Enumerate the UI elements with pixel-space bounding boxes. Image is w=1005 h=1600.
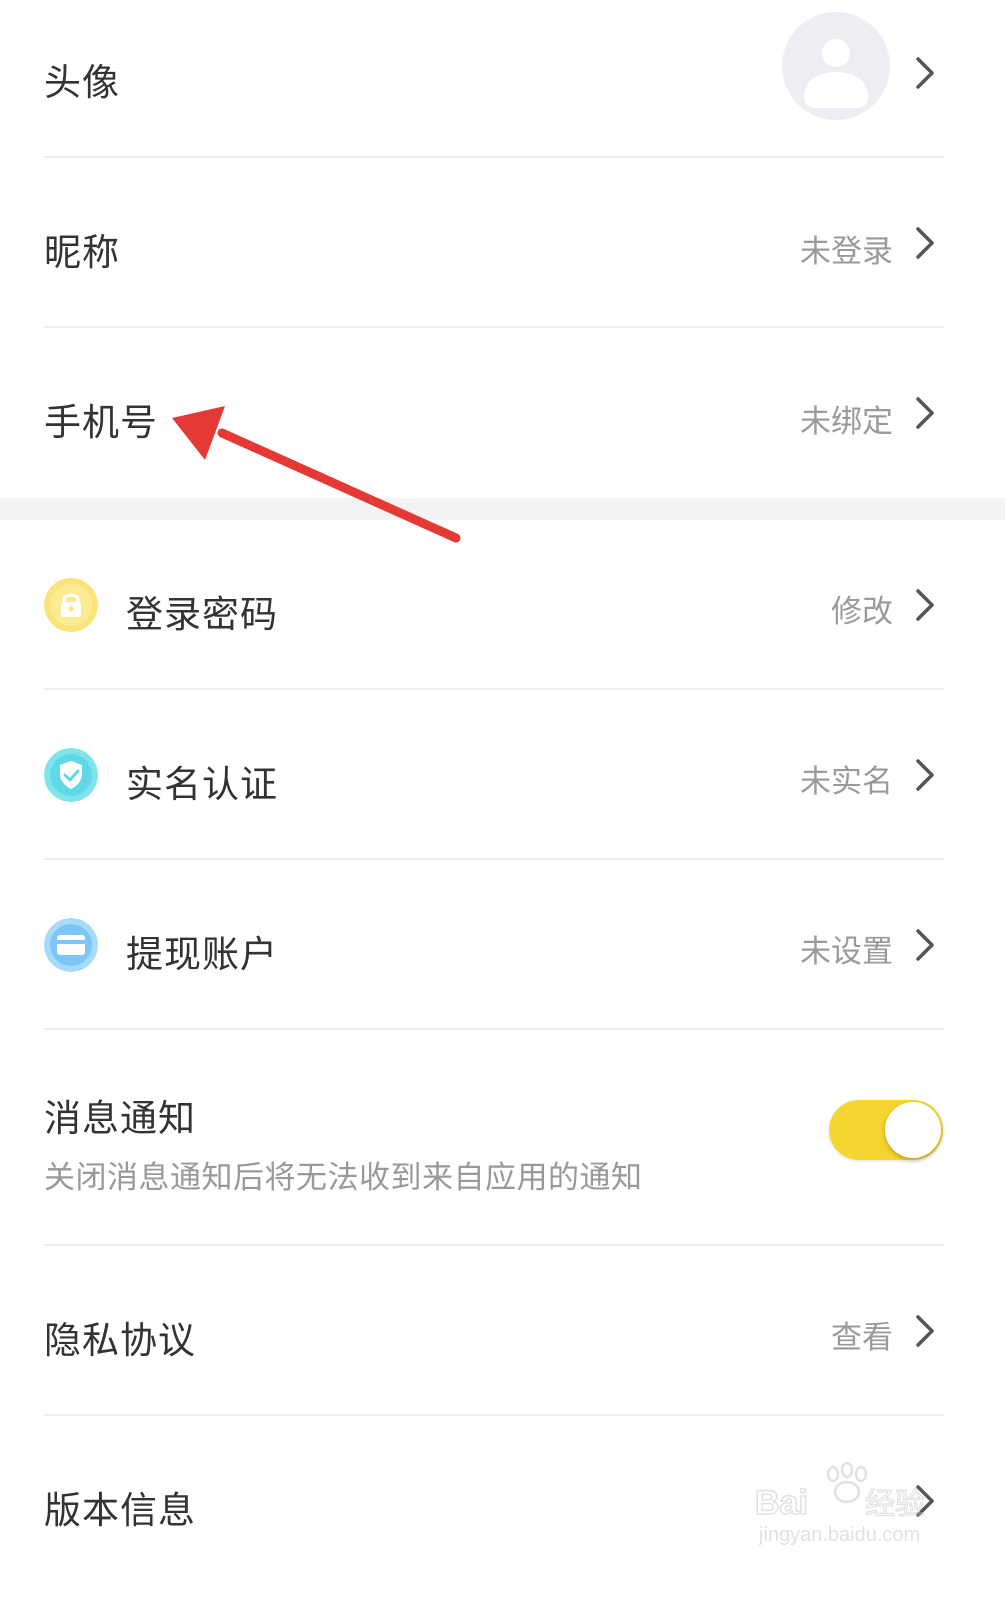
- settings-row-avatar[interactable]: 头像: [0, 0, 1005, 157]
- notification-description: 关闭消息通知后将无法收到来自应用的通知: [44, 1160, 643, 1196]
- svg-text:Bai: Bai: [755, 1484, 808, 1522]
- realname-label: 实名认证: [126, 763, 278, 806]
- nickname-label: 昵称: [44, 231, 120, 274]
- version-label: 版本信息: [44, 1489, 196, 1532]
- settings-row-realname[interactable]: 实名认证 未实名: [0, 690, 1005, 858]
- baidu-paw-logo: Bai 经验: [754, 1461, 926, 1523]
- chevron-right-icon: [916, 397, 934, 429]
- settings-row-phone[interactable]: 手机号 未绑定: [0, 328, 1005, 498]
- chevron-right-icon: [916, 1315, 934, 1347]
- password-label: 登录密码: [126, 593, 278, 636]
- section-separator: [0, 498, 1005, 520]
- svg-text:经验: 经验: [865, 1487, 925, 1522]
- chevron-right-icon: [916, 589, 934, 621]
- nickname-value: 未登录: [800, 234, 893, 270]
- toggle-knob: [885, 1102, 941, 1158]
- avatar: [782, 12, 890, 120]
- lock-icon: [44, 578, 98, 632]
- settings-row-withdraw[interactable]: 提现账户 未设置: [0, 860, 1005, 1028]
- settings-row-password[interactable]: 登录密码 修改: [0, 520, 1005, 688]
- chevron-right-icon: [916, 227, 934, 259]
- watermark-url: jingyan.baidu.com: [759, 1524, 921, 1546]
- realname-value: 未实名: [800, 764, 893, 800]
- chevron-right-icon: [916, 929, 934, 961]
- shield-check-icon: [44, 748, 98, 802]
- withdraw-value: 未设置: [800, 934, 893, 970]
- user-silhouette-icon: [804, 39, 868, 108]
- phone-label: 手机号: [44, 401, 158, 444]
- notification-toggle[interactable]: [829, 1100, 943, 1160]
- privacy-label: 隐私协议: [44, 1319, 196, 1362]
- settings-row-privacy[interactable]: 隐私协议 查看: [0, 1246, 1005, 1414]
- password-value: 修改: [831, 594, 893, 630]
- phone-value: 未绑定: [800, 404, 893, 440]
- bank-card-icon: [44, 918, 98, 972]
- baidu-jingyan-watermark: Bai 经验 jingyan.baidu.com: [754, 1461, 935, 1546]
- settings-row-nickname[interactable]: 昵称 未登录: [0, 158, 1005, 326]
- chevron-right-icon: [916, 57, 934, 89]
- avatar-label: 头像: [44, 61, 120, 104]
- notification-label: 消息通知: [44, 1097, 196, 1140]
- chevron-right-icon: [916, 759, 934, 791]
- withdraw-label: 提现账户: [126, 933, 278, 976]
- privacy-value: 查看: [831, 1320, 893, 1356]
